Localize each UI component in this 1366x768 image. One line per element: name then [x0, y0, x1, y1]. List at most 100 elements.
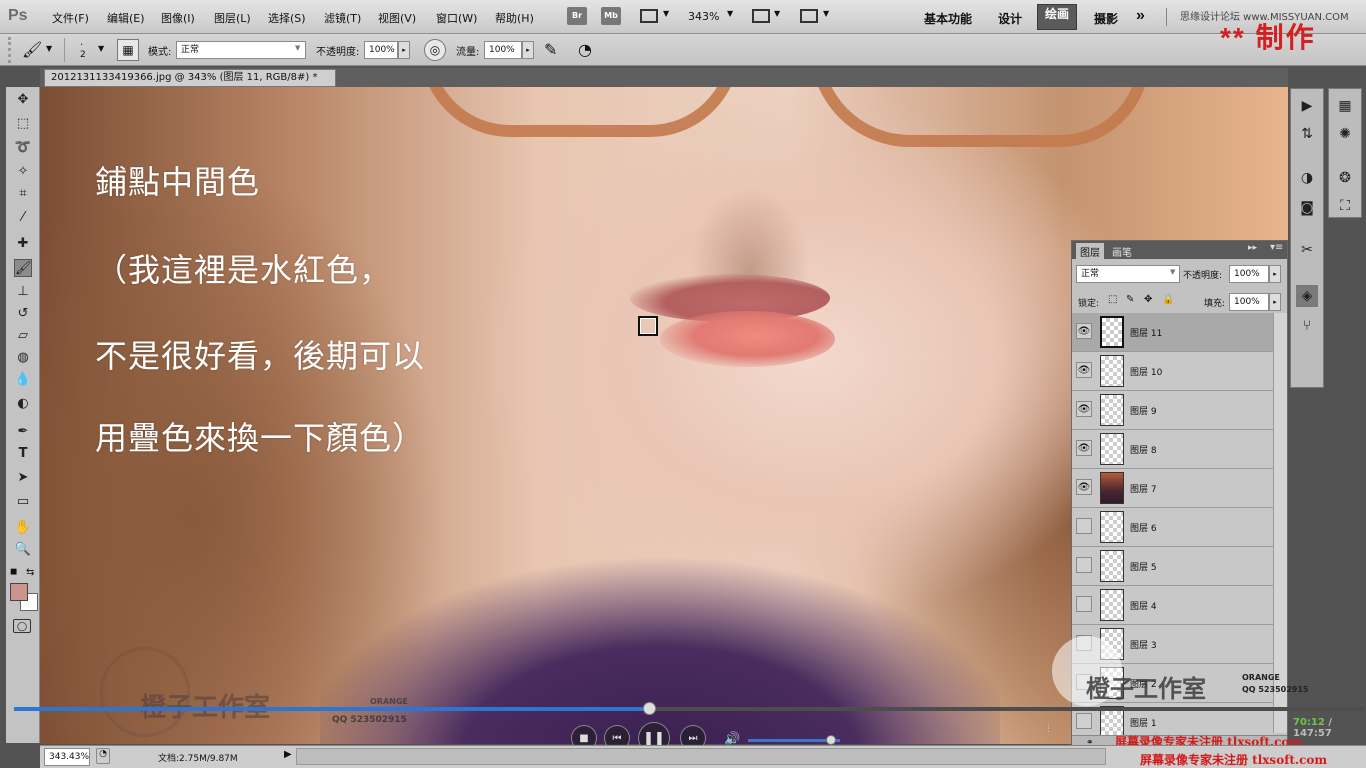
clone-stamp-tool-icon[interactable]: ⊥ — [14, 283, 32, 301]
crop-tool-icon[interactable]: ⌗ — [14, 185, 32, 203]
bridge-button[interactable]: Br — [567, 7, 587, 25]
paths-icon[interactable]: ⑂ — [1296, 315, 1318, 337]
dodge-tool-icon[interactable]: ◐ — [14, 395, 32, 413]
layer-row[interactable]: 图层 5 — [1072, 547, 1273, 586]
foreground-color-swatch[interactable] — [10, 583, 28, 601]
mode-select[interactable]: 正常 — [176, 41, 306, 59]
document-tab[interactable]: 2012131133419366.jpg @ 343% (图层 11, RGB/… — [44, 69, 336, 100]
status-zoom-field[interactable]: 343.43% — [44, 748, 90, 766]
move-tool-icon[interactable]: ✥ — [14, 91, 32, 109]
history-icon[interactable]: ⇅ — [1296, 123, 1318, 145]
workspace-painting[interactable]: 绘画 — [1037, 4, 1077, 30]
hand-tool-icon[interactable]: ✋ — [14, 519, 32, 537]
menu-image[interactable]: 图像(I) — [161, 10, 195, 26]
chevron-down-icon[interactable]: ▼ — [98, 44, 104, 53]
brush-size-value[interactable]: 2 — [80, 50, 86, 60]
menu-select[interactable]: 选择(S) — [268, 10, 306, 26]
lock-position-icon[interactable]: ✥ — [1144, 294, 1152, 305]
pressure-size-icon[interactable]: ◔ — [578, 40, 592, 59]
blend-mode-select[interactable]: 正常 — [1076, 265, 1180, 283]
layer-opacity-input[interactable]: 100% — [1229, 265, 1269, 283]
lock-pixels-icon[interactable]: ✎ — [1126, 294, 1134, 305]
fill-slider-button[interactable]: ▸ — [1269, 293, 1281, 311]
chevron-down-icon[interactable]: ▼ — [774, 9, 780, 18]
layer-row[interactable]: 图层 6 — [1072, 508, 1273, 547]
flow-slider-button[interactable]: ▸ — [522, 41, 534, 59]
layers-scrollbar[interactable] — [1273, 313, 1287, 733]
flow-input[interactable]: 100% — [484, 41, 522, 59]
visibility-eye-icon[interactable] — [1076, 557, 1092, 573]
workspace-design[interactable]: 设计 — [998, 10, 1022, 27]
eyedropper-tool-icon[interactable]: ⁄ — [14, 209, 32, 227]
brush-tool-icon[interactable]: 🖌 — [22, 40, 42, 59]
styles-icon[interactable]: ⛶ — [1334, 195, 1356, 217]
path-select-tool-icon[interactable]: ➤ — [14, 469, 32, 487]
chevron-down-icon[interactable]: ▼ — [46, 44, 52, 53]
visibility-eye-icon[interactable]: 👁 — [1076, 362, 1092, 378]
marquee-tool-icon[interactable]: ⬚ — [14, 115, 32, 133]
layer-row[interactable]: 👁 图层 9 — [1072, 391, 1273, 430]
menu-filter[interactable]: 滤镜(T) — [324, 10, 361, 26]
zoom-level[interactable]: 343% — [688, 10, 719, 23]
chevron-down-icon[interactable]: ▼ — [663, 9, 669, 18]
navigator-icon[interactable]: ✺ — [1334, 123, 1356, 145]
quick-select-tool-icon[interactable]: ✧ — [14, 163, 32, 181]
screen-mode-icon[interactable] — [800, 9, 818, 23]
collapse-icon[interactable]: ▸▸ — [1248, 243, 1257, 253]
pressure-opacity-icon[interactable]: ◎ — [424, 39, 446, 61]
color-icon[interactable]: ◑ — [1296, 167, 1318, 189]
tool-presets-icon[interactable]: ✂ — [1296, 239, 1318, 261]
zoom-tool-icon[interactable]: 🔍 — [14, 541, 32, 559]
layer-row[interactable]: 👁 图层 10 — [1072, 352, 1273, 391]
brush-panel-toggle-icon[interactable]: ▦ — [117, 39, 139, 61]
visibility-eye-icon[interactable]: 👁 — [1076, 401, 1092, 417]
pen-tool-icon[interactable]: ✒ — [14, 423, 32, 441]
visibility-eye-icon[interactable]: 👁 — [1076, 479, 1092, 495]
more-options-icon[interactable]: ⋮ — [1044, 724, 1053, 734]
minibridge-button[interactable]: Mb — [601, 7, 621, 25]
adjustments-icon[interactable]: ❂ — [1334, 167, 1356, 189]
paint-bucket-tool-icon[interactable]: ◍ — [14, 349, 32, 367]
volume-slider-knob[interactable] — [826, 735, 836, 745]
history-brush-tool-icon[interactable]: ↺ — [14, 305, 32, 323]
layer-opacity-slider-button[interactable]: ▸ — [1269, 265, 1281, 283]
layer-row[interactable]: 图层 4 — [1072, 586, 1273, 625]
menu-file[interactable]: 文件(F) — [52, 10, 89, 26]
visibility-eye-icon[interactable]: 👁 — [1076, 323, 1092, 339]
lock-all-icon[interactable]: 🔒 — [1162, 294, 1174, 305]
opacity-slider-button[interactable]: ▸ — [398, 41, 410, 59]
layer-row[interactable]: 👁 图层 11 — [1072, 313, 1273, 352]
visibility-eye-icon[interactable]: 👁 — [1076, 440, 1092, 456]
workspace-more-icon[interactable]: » — [1136, 7, 1145, 25]
chevron-down-icon[interactable]: ▼ — [727, 9, 733, 18]
playback-progress-knob[interactable] — [643, 702, 656, 715]
grip-handle[interactable] — [8, 37, 18, 63]
swatches-icon[interactable]: ▦ — [1334, 95, 1356, 117]
menu-window[interactable]: 窗口(W) — [436, 10, 477, 26]
opacity-input[interactable]: 100% — [364, 41, 398, 59]
brush-tool-icon[interactable]: 🖌 — [14, 259, 32, 277]
workspace-essentials[interactable]: 基本功能 — [924, 10, 972, 27]
menu-help[interactable]: 帮助(H) — [495, 10, 534, 26]
horizontal-scrollbar[interactable] — [296, 748, 1106, 765]
arrange-documents-icon[interactable] — [752, 9, 770, 23]
visibility-eye-icon[interactable] — [1076, 596, 1092, 612]
quick-mask-icon[interactable]: ◯ — [13, 619, 31, 633]
layer-row[interactable]: 👁 图层 7 — [1072, 469, 1273, 508]
blur-tool-icon[interactable]: 💧 — [14, 371, 32, 389]
swap-colors-icon[interactable]: ⇆ — [26, 567, 34, 578]
panel-menu-icon[interactable]: ▾≡ — [1270, 242, 1283, 253]
workspace-photography[interactable]: 摄影 — [1094, 10, 1118, 27]
layers-panel-icon[interactable]: ◈ — [1296, 285, 1318, 307]
type-tool-icon[interactable]: T — [14, 445, 32, 463]
airbrush-icon[interactable]: ✎ — [544, 40, 557, 59]
healing-brush-tool-icon[interactable]: ✚ — [14, 235, 32, 253]
lock-transparent-icon[interactable]: ⬚ — [1108, 294, 1117, 305]
menu-edit[interactable]: 编辑(E) — [107, 10, 145, 26]
shape-tool-icon[interactable]: ▭ — [14, 493, 32, 511]
chevron-down-icon[interactable]: ▼ — [823, 9, 829, 18]
mask-icon[interactable]: ◙ — [1296, 197, 1318, 219]
status-arrow-icon[interactable]: ▶ — [284, 749, 292, 760]
tab-brushes[interactable]: 画笔 — [1108, 243, 1136, 260]
lasso-tool-icon[interactable]: ➰ — [14, 139, 32, 157]
